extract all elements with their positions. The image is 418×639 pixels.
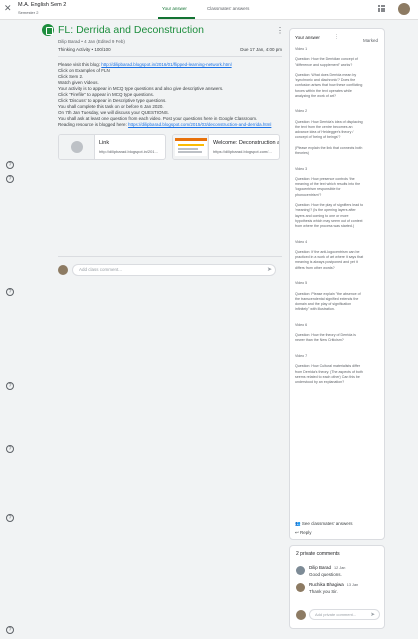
attachment-thumbnail — [173, 135, 209, 159]
answer-text: Video 1 Question: How the Derridian conc… — [295, 47, 381, 385]
comment-author: Dilip Barad — [309, 565, 332, 570]
see-classmates-answers-link[interactable]: 👥 See classmates' answers — [295, 521, 353, 527]
blog-link[interactable]: http://dilipbarad.blogspot.in/2016/01/fl… — [101, 62, 231, 67]
class-comment-input[interactable]: Add class comment... — [72, 264, 276, 276]
course-subtitle: Semester 2 — [18, 10, 39, 15]
help-icon[interactable]: ? — [6, 175, 14, 183]
account-avatar[interactable] — [398, 3, 410, 15]
answer-line: understood by an explanation? — [295, 380, 345, 384]
assignment-title: FL: Derrida and Deconstruction — [58, 24, 204, 36]
link-attachment[interactable]: Link http://dilipbarad.blogspot.in/201..… — [58, 134, 166, 160]
course-title[interactable]: M.A. English Sem 2 — [18, 2, 66, 8]
help-icon[interactable]: ? — [6, 445, 14, 453]
divider — [58, 256, 282, 257]
close-icon[interactable]: ✕ — [4, 3, 12, 14]
private-comments-heading: 2 private comments — [296, 551, 340, 557]
divider — [58, 56, 282, 57]
status-badge: Marked — [362, 38, 378, 43]
help-icon[interactable]: ? — [6, 382, 14, 390]
attachment-title: Welcome: Deconstruction a... — [213, 140, 279, 146]
attachment-title: Link — [99, 140, 110, 146]
description-line: Reading resource is blogged here: https:… — [58, 122, 272, 127]
your-work-card: Your answer ⋮ Marked Video 1 Question: H… — [289, 28, 385, 540]
assignment-points: Thinking Activity • 100/100 — [58, 47, 111, 52]
attachment-url: http://dilipbarad.blogspot.in/201... — [99, 149, 158, 154]
help-icon[interactable]: ? — [6, 626, 14, 634]
comment-text: Thank you Sir. — [309, 589, 338, 594]
more-options-icon[interactable]: ⋮ — [276, 26, 284, 35]
comment-date: 13 Jan — [346, 583, 359, 587]
private-comments-card: 2 private comments Dilip Barad 12 Jan Goo… — [289, 545, 385, 629]
help-icon[interactable]: ? — [6, 514, 14, 522]
active-tab-indicator — [158, 17, 195, 19]
avatar — [296, 583, 305, 592]
comment-author: Ruchika Bhagiwa — [309, 582, 344, 587]
avatar — [296, 566, 305, 575]
tab-your-answer[interactable]: Your answer — [162, 6, 187, 11]
user-avatar — [296, 610, 306, 620]
assignment-meta: Dilip Barad • 4 Jan (Edited 9 Feb) — [58, 39, 125, 44]
help-icon[interactable]: ? — [6, 161, 14, 169]
send-icon[interactable]: ➤ — [370, 611, 375, 620]
attachment-thumbnail — [59, 135, 95, 159]
attachment-url: https://dilipbarad.blogspot.com/... — [213, 149, 272, 154]
comment-date: 12 Jan — [334, 566, 346, 570]
more-options-icon[interactable]: ⋮ — [334, 34, 339, 40]
your-answer-heading: Your answer — [295, 35, 320, 40]
help-icon[interactable]: ? — [6, 288, 14, 296]
private-comment-input[interactable]: Add private comment... ➤ — [309, 609, 380, 620]
assignment-description: Please visit this blog: http://dilipbara… — [58, 62, 282, 128]
top-bar: ✕ M.A. English Sem 2 Semester 2 Your ans… — [0, 0, 418, 20]
globe-icon — [71, 141, 83, 153]
send-icon[interactable]: ➤ — [267, 266, 272, 273]
comment-text: Good questions. — [309, 572, 342, 577]
people-icon: 👥 — [295, 521, 302, 526]
page-preview-image — [175, 138, 207, 156]
apps-grid-icon[interactable] — [378, 5, 385, 12]
due-date: Due 17 Jan, 4:00 pm — [240, 47, 282, 52]
reading-resource-link[interactable]: https://dilipbarad.blogspot.com/2015/03/… — [128, 122, 271, 127]
link-attachment[interactable]: Welcome: Deconstruction a... https://dil… — [172, 134, 280, 160]
reply-button[interactable]: ↩ Reply — [295, 530, 312, 536]
tab-classmates-answers[interactable]: Classmates' answers — [207, 6, 249, 11]
user-avatar — [58, 265, 68, 275]
class-comment-row: Add class comment... ➤ — [58, 264, 282, 278]
assignment-icon — [42, 24, 54, 36]
